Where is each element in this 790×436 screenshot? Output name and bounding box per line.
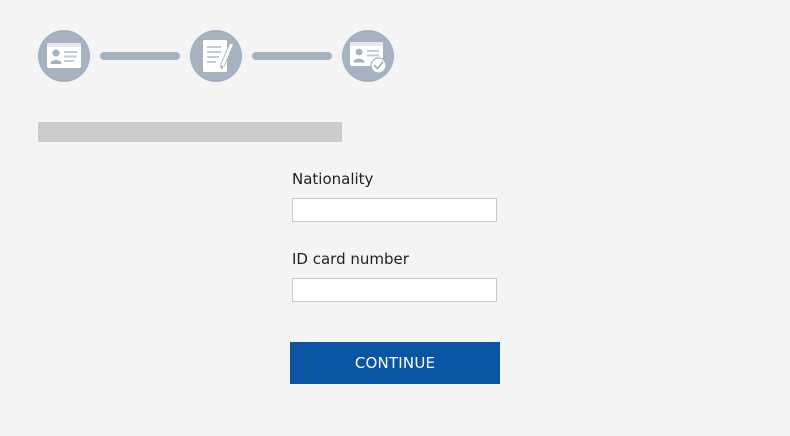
id-card-icon xyxy=(47,43,81,68)
id-card-number-input[interactable] xyxy=(292,278,497,302)
nationality-input[interactable] xyxy=(292,198,497,222)
step-connector xyxy=(100,52,180,60)
continue-button[interactable]: CONTINUE xyxy=(290,342,500,384)
title-placeholder-bar xyxy=(38,122,342,142)
step-2-document xyxy=(190,30,242,82)
id-card-check-icon xyxy=(350,42,387,74)
nationality-label: Nationality xyxy=(292,170,374,188)
step-1-identity xyxy=(38,30,90,82)
document-edit-icon xyxy=(203,40,235,72)
step-3-verified xyxy=(342,30,394,82)
progress-stepper xyxy=(38,30,398,84)
step-connector xyxy=(252,52,332,60)
id-card-number-label: ID card number xyxy=(292,250,409,268)
